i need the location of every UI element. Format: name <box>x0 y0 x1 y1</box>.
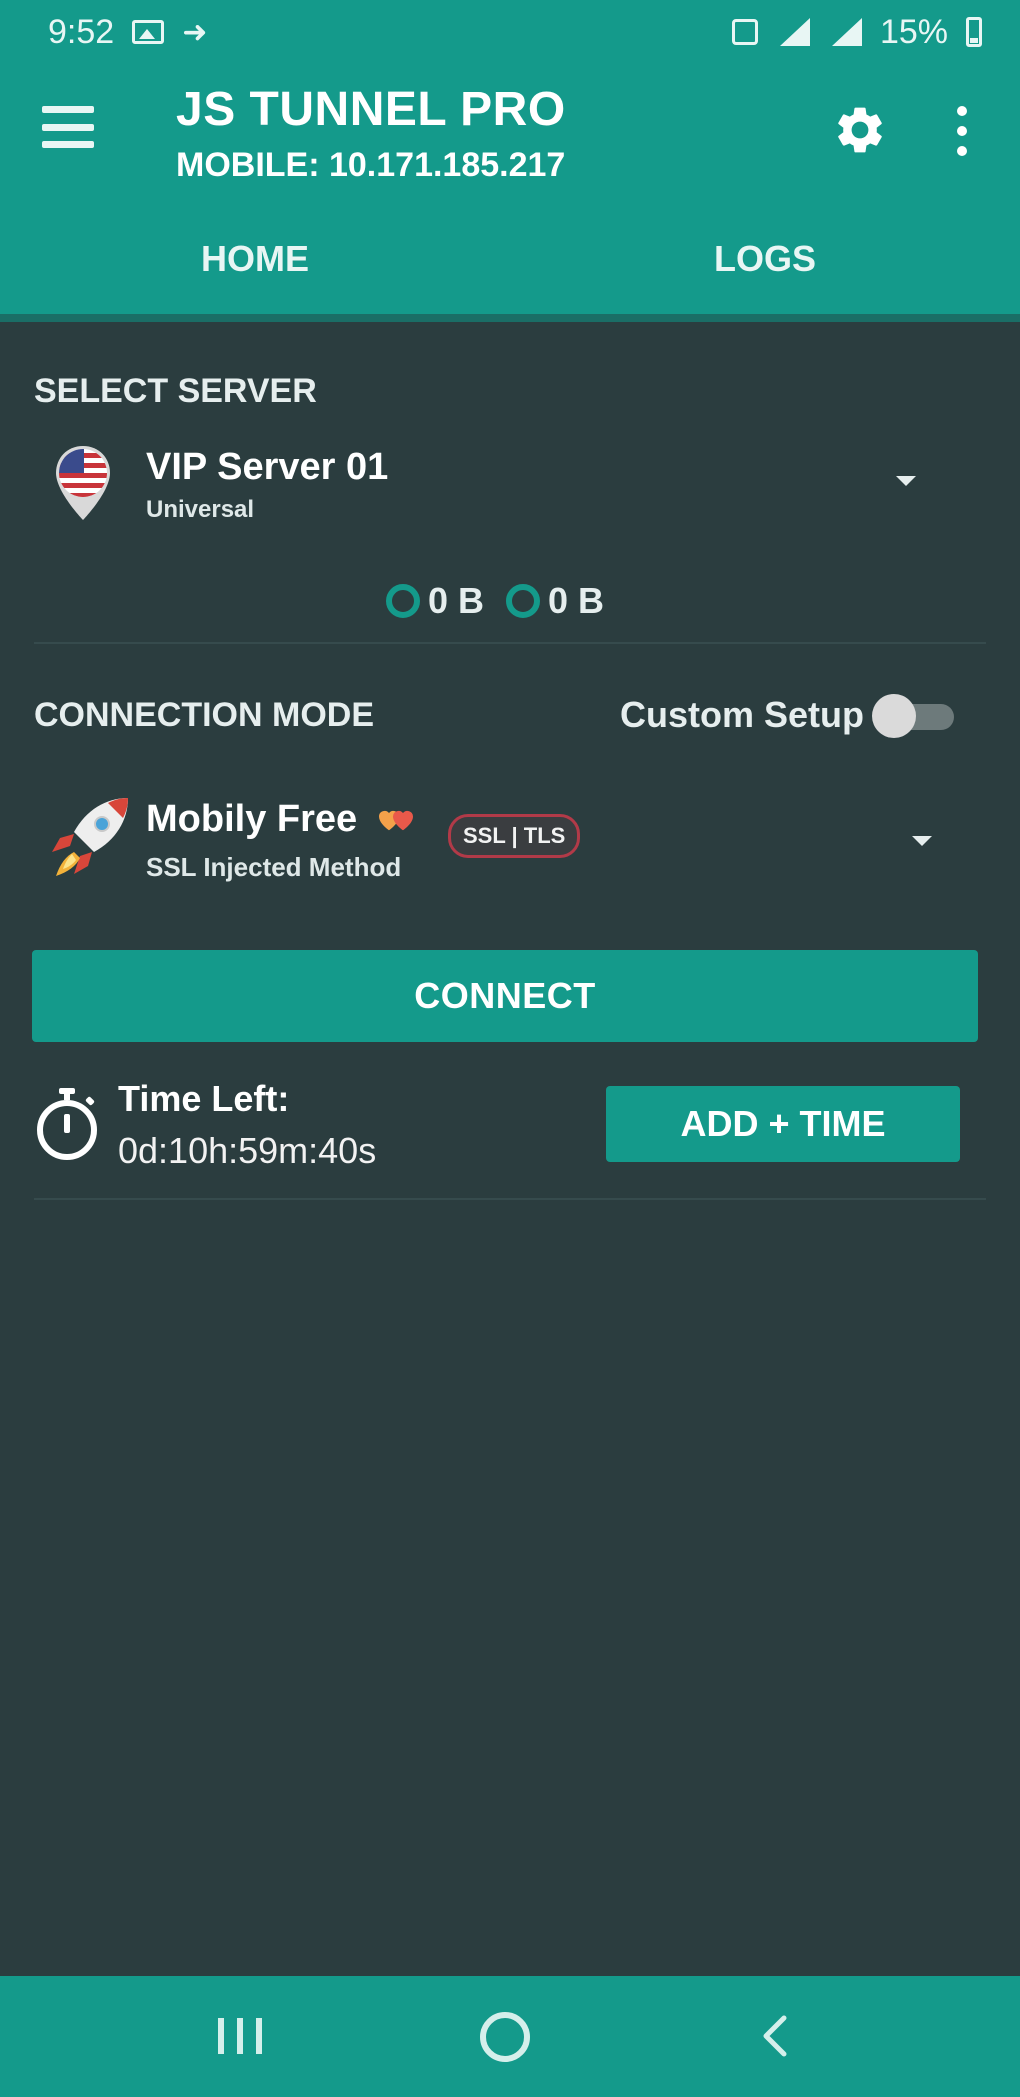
connection-mode-label: CONNECTION MODE <box>34 696 374 734</box>
back-icon[interactable] <box>760 2014 788 2058</box>
menu-icon[interactable] <box>42 106 94 148</box>
server-type: Universal <box>146 496 255 523</box>
forward-notification-icon: ➜ <box>182 15 208 49</box>
recent-apps-icon[interactable] <box>218 2018 262 2054</box>
custom-setup-label: Custom Setup <box>620 694 865 735</box>
home-icon[interactable] <box>480 2012 530 2062</box>
connection-method: SSL Injected Method <box>146 852 402 882</box>
battery-icon <box>966 17 982 47</box>
time-left-label: Time Left: <box>118 1078 290 1119</box>
upload-stat: 0 B <box>506 580 604 622</box>
upload-indicator-icon <box>506 584 541 618</box>
tab-bar: HOME LOGS <box>0 232 1020 320</box>
app-bar: JS TUNNEL PRO MOBILE: 10.171.185.217 <box>0 64 1020 232</box>
tab-home[interactable]: HOME <box>0 232 510 320</box>
stopwatch-icon <box>37 1088 97 1160</box>
app-subtitle: MOBILE: 10.171.185.217 <box>176 146 566 184</box>
gear-icon[interactable] <box>832 102 888 158</box>
time-left-value: 0d:10h:59m:40s <box>118 1130 377 1171</box>
nfc-icon <box>731 19 758 45</box>
divider <box>34 1198 986 1200</box>
connection-mode-name: Mobily Free <box>146 798 414 841</box>
custom-setup-toggle[interactable] <box>872 694 954 738</box>
download-indicator-icon <box>386 584 420 618</box>
select-server-label: SELECT SERVER <box>34 372 317 410</box>
mode-dropdown-arrow-icon <box>912 836 932 846</box>
more-vert-icon[interactable] <box>956 106 968 156</box>
download-stat: 0 B <box>386 580 484 622</box>
server-dropdown-arrow-icon <box>896 476 916 486</box>
protocol-badge: SSL | TLS <box>448 814 581 858</box>
status-right: 15% <box>731 12 982 52</box>
battery-percent: 15% <box>879 12 948 51</box>
us-flag-pin-icon <box>56 446 110 520</box>
gallery-notification-icon <box>132 20 165 44</box>
tab-shadow <box>0 314 1020 322</box>
status-bar: 9:52 ➜ 15% <box>0 0 1020 64</box>
divider <box>34 642 986 644</box>
hearts-emoji-icon <box>374 804 414 838</box>
status-time: 9:52 <box>48 12 115 51</box>
cell-signal-icon <box>828 18 862 46</box>
toggle-knob <box>872 694 916 738</box>
upload-value: 0 B <box>548 580 605 621</box>
system-nav-bar <box>0 1976 1020 2097</box>
connect-button[interactable]: CONNECT <box>32 950 978 1042</box>
status-left: 9:52 ➜ <box>48 13 207 52</box>
app-title: JS TUNNEL PRO <box>176 83 566 136</box>
traffic-stats: 0 B 0 B <box>386 580 604 622</box>
server-selector[interactable]: VIP Server 01 Universal <box>34 440 984 540</box>
wifi-signal-icon <box>776 18 810 46</box>
mode-name-text: Mobily Free <box>146 798 358 840</box>
add-time-button[interactable]: ADD + TIME <box>606 1086 960 1162</box>
server-name: VIP Server 01 <box>146 446 389 488</box>
rocket-icon <box>52 798 128 876</box>
download-value: 0 B <box>428 580 485 621</box>
tab-logs[interactable]: LOGS <box>510 232 1020 320</box>
connection-mode-selector[interactable]: Mobily Free SSL | TLS SSL Injected Metho… <box>34 790 984 900</box>
